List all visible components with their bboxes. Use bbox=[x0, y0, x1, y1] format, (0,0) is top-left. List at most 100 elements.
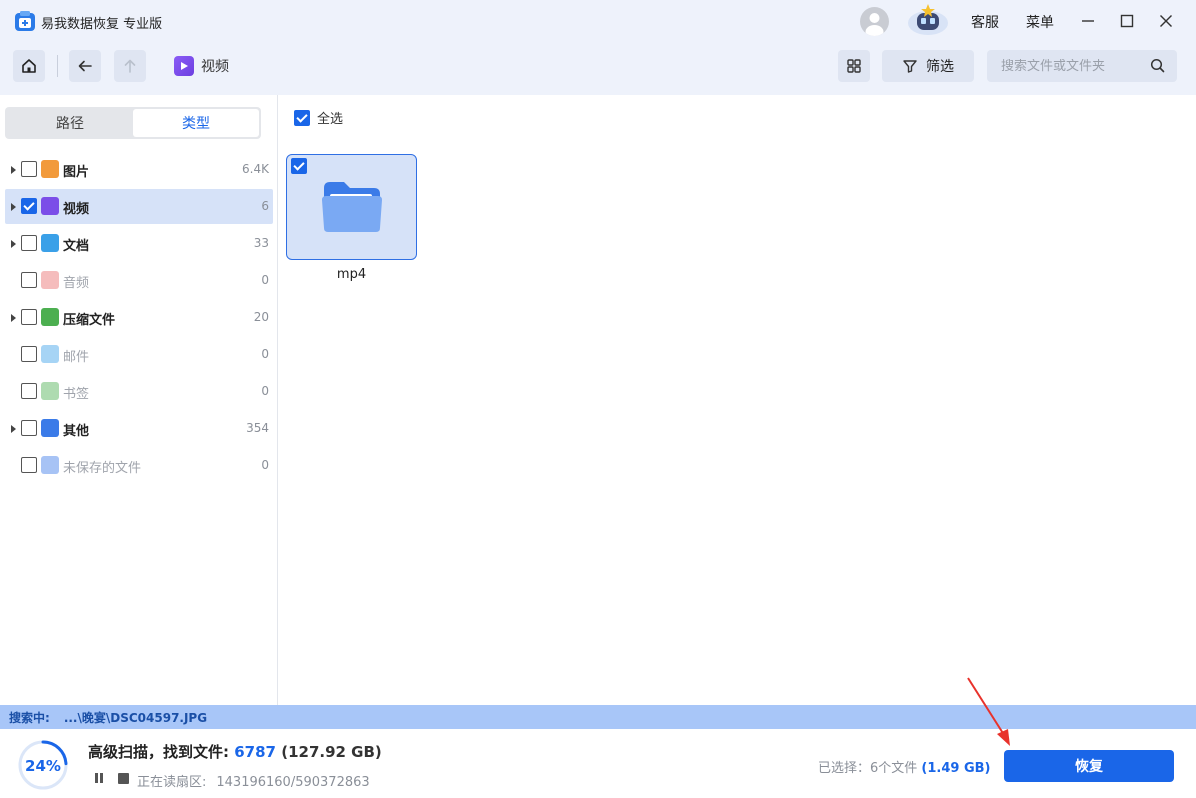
search-box bbox=[987, 50, 1177, 82]
category-label: 文档 bbox=[63, 239, 90, 254]
searching-label: 搜索中: bbox=[9, 710, 50, 725]
searching-path: ...\晚宴\DSC04597.JPG bbox=[63, 710, 208, 725]
other-folder-icon bbox=[41, 419, 59, 437]
category-label: 图片 bbox=[63, 165, 90, 180]
breadcrumb-label[interactable]: 视频 bbox=[201, 56, 229, 76]
sector-label: 正在读扇区: bbox=[137, 775, 207, 790]
found-count: 6787 bbox=[234, 743, 276, 761]
bookmark-icon bbox=[41, 382, 59, 400]
category-count: 0 bbox=[261, 384, 269, 398]
view-mode-switch: 路径 类型 bbox=[5, 107, 261, 139]
grid-icon bbox=[847, 59, 861, 73]
category-count: 33 bbox=[253, 236, 269, 250]
folder-tile-checkbox[interactable] bbox=[291, 158, 307, 174]
category-checkbox[interactable] bbox=[21, 198, 37, 214]
unsaved-file-icon bbox=[41, 456, 59, 474]
back-button[interactable] bbox=[69, 50, 101, 82]
vip-robot-icon[interactable] bbox=[906, 3, 950, 37]
selected-size: (1.49 GB) bbox=[921, 761, 991, 776]
stop-button[interactable] bbox=[118, 773, 129, 784]
category-checkbox[interactable] bbox=[21, 161, 37, 177]
footer: 24% 高级扫描，找到文件: 6787 (127.92 GB) 正在读扇区: 14… bbox=[0, 729, 1196, 798]
file-view: 全选 mp4 bbox=[278, 95, 1196, 705]
filter-icon bbox=[903, 60, 917, 73]
category-item[interactable]: 图片 6.4K bbox=[5, 152, 273, 187]
arrow-up-icon bbox=[124, 59, 136, 73]
app-title: 易我数据恢复 专业版 bbox=[41, 17, 163, 32]
pause-button[interactable] bbox=[93, 772, 105, 784]
category-label: 其他 bbox=[63, 424, 90, 439]
category-label: 音频 bbox=[63, 276, 90, 291]
selected-label: 已选择：6个文件 bbox=[818, 761, 918, 776]
user-icon bbox=[865, 13, 884, 36]
home-button[interactable] bbox=[13, 50, 45, 82]
minimize-icon bbox=[1082, 20, 1094, 22]
folder-icon bbox=[322, 182, 382, 232]
category-checkbox[interactable] bbox=[21, 457, 37, 473]
toolbar-divider bbox=[57, 55, 58, 77]
category-count: 0 bbox=[261, 273, 269, 287]
category-item[interactable]: 音频 0 bbox=[5, 263, 273, 298]
toolbar: 视频 筛选 bbox=[0, 42, 1196, 95]
expand-arrow-icon[interactable] bbox=[11, 203, 16, 211]
category-item[interactable]: 其他 354 bbox=[5, 411, 273, 446]
category-checkbox[interactable] bbox=[21, 420, 37, 436]
up-button[interactable] bbox=[114, 50, 146, 82]
category-count: 20 bbox=[253, 310, 269, 324]
user-avatar[interactable] bbox=[860, 7, 889, 36]
category-label: 压缩文件 bbox=[63, 313, 116, 328]
maximize-button[interactable] bbox=[1118, 12, 1136, 30]
category-count: 0 bbox=[261, 458, 269, 472]
maximize-icon bbox=[1120, 14, 1134, 28]
scan-summary: 高级扫描，找到文件: 6787 (127.92 GB) bbox=[88, 741, 382, 762]
category-checkbox[interactable] bbox=[21, 383, 37, 399]
title-bar: 易我数据恢复 专业版 客服 菜单 bbox=[0, 0, 1196, 42]
customer-service-link[interactable]: 客服 bbox=[971, 12, 999, 32]
home-icon bbox=[22, 59, 36, 73]
category-count: 6 bbox=[261, 199, 269, 213]
category-count: 354 bbox=[246, 421, 269, 435]
close-button[interactable] bbox=[1157, 12, 1175, 30]
document-icon bbox=[41, 234, 59, 252]
folder-tile-label[interactable]: mp4 bbox=[286, 267, 417, 282]
category-checkbox[interactable] bbox=[21, 346, 37, 362]
audio-icon bbox=[41, 271, 59, 289]
category-item[interactable]: 书签 0 bbox=[5, 374, 273, 409]
select-all-checkbox[interactable]: 全选 bbox=[294, 108, 343, 127]
tab-type[interactable]: 类型 bbox=[133, 109, 259, 137]
progress-percent: 24% bbox=[25, 757, 61, 775]
minimize-button[interactable] bbox=[1079, 12, 1097, 30]
filter-label: 筛选 bbox=[926, 59, 954, 75]
category-checkbox[interactable] bbox=[21, 235, 37, 251]
category-count: 6.4K bbox=[242, 162, 269, 176]
expand-arrow-icon[interactable] bbox=[11, 166, 16, 174]
category-count: 0 bbox=[261, 347, 269, 361]
mail-icon bbox=[41, 345, 59, 363]
search-icon[interactable] bbox=[1150, 58, 1165, 73]
picture-icon bbox=[41, 160, 59, 178]
category-checkbox[interactable] bbox=[21, 272, 37, 288]
selection-summary: 已选择：6个文件 (1.49 GB) bbox=[818, 757, 990, 776]
found-size: (127.92 GB) bbox=[281, 743, 382, 761]
category-item[interactable]: 未保存的文件 0 bbox=[5, 448, 273, 483]
tab-path[interactable]: 路径 bbox=[7, 109, 133, 137]
category-item[interactable]: 视频 6 bbox=[5, 189, 273, 224]
category-label: 视频 bbox=[63, 202, 90, 217]
recover-button[interactable]: 恢复 bbox=[1004, 750, 1174, 782]
checkbox[interactable] bbox=[294, 109, 310, 126]
filter-button[interactable]: 筛选 bbox=[882, 50, 974, 82]
expand-arrow-icon[interactable] bbox=[11, 240, 16, 248]
app-logo-icon bbox=[15, 11, 35, 31]
breadcrumb: 视频 bbox=[174, 56, 229, 76]
category-item[interactable]: 邮件 0 bbox=[5, 337, 273, 372]
video-icon bbox=[174, 56, 194, 76]
category-checkbox[interactable] bbox=[21, 309, 37, 325]
menu-link[interactable]: 菜单 bbox=[1026, 12, 1054, 32]
view-toggle-button[interactable] bbox=[838, 50, 870, 82]
category-item[interactable]: 压缩文件 20 bbox=[5, 300, 273, 335]
expand-arrow-icon[interactable] bbox=[11, 425, 16, 433]
search-input[interactable] bbox=[1001, 58, 1151, 74]
expand-arrow-icon[interactable] bbox=[11, 314, 16, 322]
folder-tile[interactable] bbox=[286, 154, 417, 260]
category-item[interactable]: 文档 33 bbox=[5, 226, 273, 261]
